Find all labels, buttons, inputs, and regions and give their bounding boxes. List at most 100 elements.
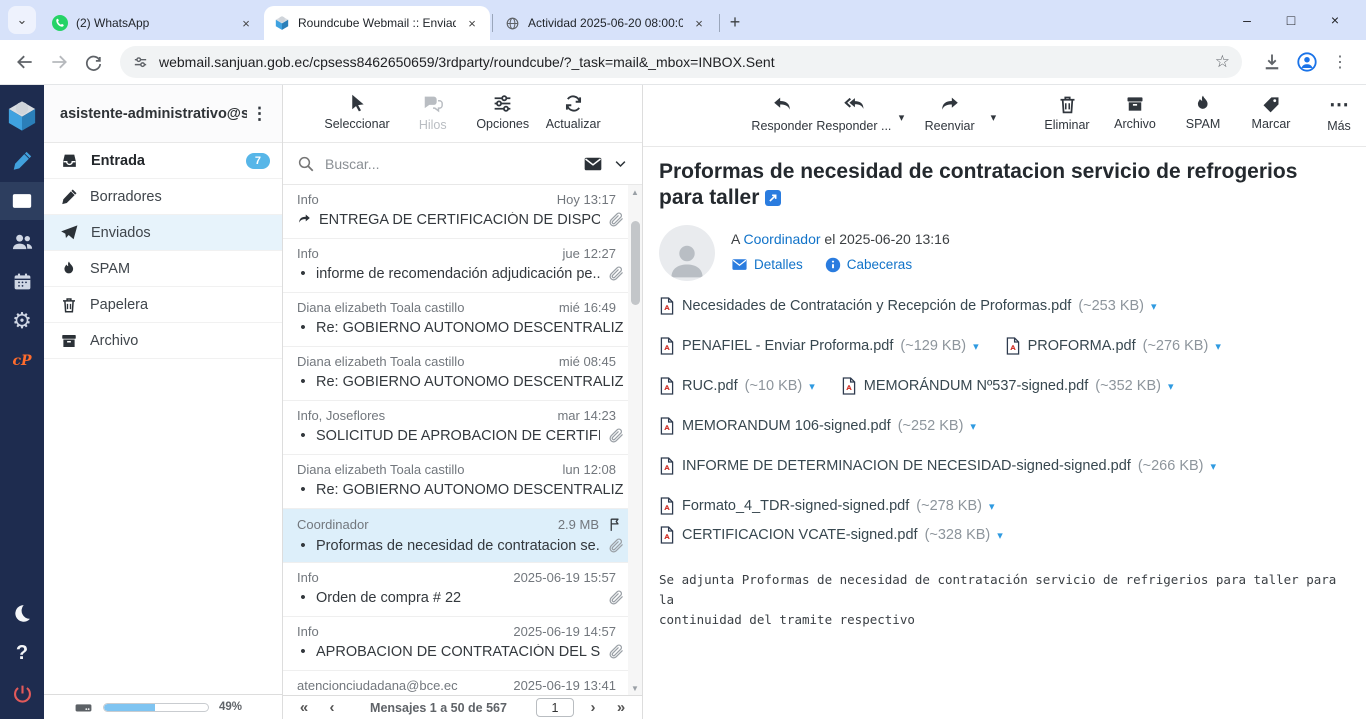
contacts-nav-button[interactable] bbox=[0, 222, 44, 260]
message-row[interactable]: Info, Josefloresmar 14:23 •SOLICITUD DE … bbox=[283, 401, 628, 455]
details-link[interactable]: Detalles bbox=[731, 256, 803, 273]
attachment-name[interactable]: PENAFIEL - Enviar Proforma.pdf bbox=[682, 338, 893, 354]
back-button[interactable] bbox=[10, 47, 40, 77]
tab-whatsapp[interactable]: (2) WhatsApp × bbox=[42, 6, 264, 40]
close-window-button[interactable]: × bbox=[1320, 12, 1350, 28]
attachment-name[interactable]: MEMORÁNDUM Nº537-signed.pdf bbox=[864, 378, 1088, 394]
url-text[interactable]: webmail.sanjuan.gob.ec/cpsess8462650659/… bbox=[159, 54, 1205, 70]
external-link-icon[interactable] bbox=[765, 190, 781, 206]
attachment-name[interactable]: CERTIFICACION VCATE-signed.pdf bbox=[682, 527, 918, 543]
address-bar[interactable]: webmail.sanjuan.gob.ec/cpsess8462650659/… bbox=[120, 46, 1242, 78]
recipient-link[interactable]: Coordinador bbox=[743, 231, 820, 247]
downloads-icon[interactable] bbox=[1262, 52, 1282, 72]
site-settings-icon[interactable] bbox=[132, 54, 149, 71]
attachment-menu-icon[interactable]: ▾ bbox=[997, 529, 1003, 542]
attachment-item[interactable]: Formato_4_TDR-signed-signed.pdf (~278 KB… bbox=[659, 497, 995, 515]
message-row-selected[interactable]: Coordinador2.9 MB •Proformas de necesida… bbox=[283, 509, 642, 563]
message-row[interactable]: Info2025-06-19 14:57 •APROBACION DE CONT… bbox=[283, 617, 628, 671]
folder-entrada[interactable]: Entrada 7 bbox=[44, 143, 282, 179]
browser-menu-icon[interactable]: ⋮ bbox=[1332, 52, 1348, 72]
select-button[interactable]: Seleccionar bbox=[324, 93, 389, 131]
archive-button[interactable]: Archivo bbox=[1108, 94, 1162, 131]
attachment-item[interactable]: CERTIFICACION VCATE-signed.pdf (~328 KB)… bbox=[659, 526, 1003, 544]
scroll-down-icon[interactable]: ▼ bbox=[631, 681, 639, 695]
attachment-menu-icon[interactable]: ▾ bbox=[1168, 380, 1174, 393]
attachment-menu-icon[interactable]: ▾ bbox=[973, 340, 979, 353]
account-menu-icon[interactable]: ⋮ bbox=[247, 104, 272, 124]
next-page-button[interactable]: › bbox=[584, 699, 602, 716]
attachment-name[interactable]: Formato_4_TDR-signed-signed.pdf bbox=[682, 498, 909, 514]
scrollbar-thumb[interactable] bbox=[631, 221, 640, 305]
tab-close-icon[interactable]: × bbox=[691, 16, 707, 31]
mail-nav-button[interactable] bbox=[0, 182, 44, 220]
roundcube-logo[interactable] bbox=[0, 92, 44, 140]
message-row[interactable]: atencionciudadana@bce.ec2025-06-19 13:41 bbox=[283, 671, 628, 695]
search-scope-mail-icon[interactable] bbox=[583, 154, 603, 174]
minimize-button[interactable]: – bbox=[1232, 12, 1262, 28]
attachment-name[interactable]: PROFORMA.pdf bbox=[1028, 338, 1136, 354]
attachment-name[interactable]: INFORME DE DETERMINACION DE NECESIDAD-si… bbox=[682, 458, 1131, 474]
maximize-button[interactable]: □ bbox=[1276, 12, 1306, 28]
folder-spam[interactable]: SPAM bbox=[44, 251, 282, 287]
scroll-up-icon[interactable]: ▲ bbox=[631, 185, 639, 199]
prev-page-button[interactable]: ‹ bbox=[323, 699, 341, 716]
tab-close-icon[interactable]: × bbox=[238, 16, 254, 31]
first-page-button[interactable]: « bbox=[295, 699, 313, 716]
page-number-input[interactable] bbox=[536, 698, 574, 717]
new-tab-button[interactable]: + bbox=[722, 9, 748, 35]
forward-button[interactable]: Reenviar bbox=[923, 94, 977, 133]
message-row[interactable]: Diana elizabeth Toala castillomié 08:45 … bbox=[283, 347, 628, 401]
attachment-name[interactable]: MEMORANDUM 106-signed.pdf bbox=[682, 418, 891, 434]
attachment-item[interactable]: INFORME DE DETERMINACION DE NECESIDAD-si… bbox=[659, 457, 1216, 475]
dark-mode-button[interactable] bbox=[0, 594, 44, 632]
compose-button[interactable] bbox=[0, 142, 44, 180]
tab-search-button[interactable]: ⌄ bbox=[8, 6, 36, 34]
forward-button[interactable] bbox=[44, 47, 74, 77]
help-button[interactable]: ? bbox=[0, 634, 44, 672]
attachment-menu-icon[interactable]: ▾ bbox=[1215, 340, 1221, 353]
more-button[interactable]: ⋯ Más bbox=[1312, 94, 1366, 133]
options-button[interactable]: Opciones bbox=[476, 93, 530, 131]
flag-icon[interactable] bbox=[607, 516, 624, 533]
account-header[interactable]: asistente-administrativo@sa... ⋮ bbox=[44, 85, 282, 143]
attachment-menu-icon[interactable]: ▾ bbox=[1211, 460, 1217, 473]
message-row[interactable]: Diana elizabeth Toala castillolun 12:08 … bbox=[283, 455, 628, 509]
attachment-item[interactable]: RUC.pdf (~10 KB) ▾ bbox=[659, 377, 815, 395]
bookmark-star-icon[interactable]: ☆ bbox=[1215, 52, 1230, 72]
logout-button[interactable] bbox=[0, 674, 44, 712]
attachment-item[interactable]: PROFORMA.pdf (~276 KB) ▾ bbox=[1005, 337, 1221, 355]
reply-all-dropdown-icon[interactable]: ▾ bbox=[899, 111, 909, 124]
message-row[interactable]: InfoHoy 13:17 ENTREGA DE CERTIFICACIÓN D… bbox=[283, 185, 628, 239]
attachment-item[interactable]: MEMORANDUM 106-signed.pdf (~252 KB) ▾ bbox=[659, 417, 976, 435]
settings-nav-button[interactable]: ⚙ bbox=[0, 302, 44, 340]
calendar-nav-button[interactable] bbox=[0, 262, 44, 300]
last-page-button[interactable]: » bbox=[612, 699, 630, 716]
refresh-button[interactable]: Actualizar bbox=[546, 93, 601, 131]
headers-link[interactable]: Cabeceras bbox=[825, 257, 912, 273]
folder-borradores[interactable]: Borradores bbox=[44, 179, 282, 215]
attachment-menu-icon[interactable]: ▾ bbox=[809, 380, 815, 393]
tab-roundcube[interactable]: Roundcube Webmail :: Enviados × bbox=[264, 6, 490, 40]
threads-button[interactable]: Hilos bbox=[406, 93, 460, 132]
mark-button[interactable]: Marcar bbox=[1244, 94, 1298, 131]
folder-papelera[interactable]: Papelera bbox=[44, 287, 282, 323]
spam-button[interactable]: SPAM bbox=[1176, 94, 1230, 131]
cpanel-nav-button[interactable]: cP bbox=[0, 342, 44, 380]
list-scrollbar[interactable]: ▲ ▼ bbox=[628, 185, 642, 695]
forward-dropdown-icon[interactable]: ▾ bbox=[991, 111, 1001, 124]
message-row[interactable]: Info2025-06-19 15:57 •Orden de compra # … bbox=[283, 563, 628, 617]
folder-enviados[interactable]: Enviados bbox=[44, 215, 282, 251]
reply-button[interactable]: Responder bbox=[755, 94, 809, 133]
attachment-item[interactable]: MEMORÁNDUM Nº537-signed.pdf (~352 KB) ▾ bbox=[841, 377, 1174, 395]
message-row[interactable]: Diana elizabeth Toala castillomié 16:49 … bbox=[283, 293, 628, 347]
attachment-name[interactable]: RUC.pdf bbox=[682, 378, 738, 394]
reload-button[interactable] bbox=[78, 47, 108, 77]
tab-actividad[interactable]: Actividad 2025-06-20 08:00:00 | × bbox=[495, 6, 717, 40]
attachment-name[interactable]: Necesidades de Contratación y Recepción … bbox=[682, 298, 1071, 314]
attachment-item[interactable]: PENAFIEL - Enviar Proforma.pdf (~129 KB)… bbox=[659, 337, 979, 355]
tab-close-icon[interactable]: × bbox=[464, 16, 480, 31]
search-options-chevron-icon[interactable] bbox=[613, 156, 628, 171]
folder-archivo[interactable]: Archivo bbox=[44, 323, 282, 359]
delete-button[interactable]: Eliminar bbox=[1040, 94, 1094, 132]
attachment-menu-icon[interactable]: ▾ bbox=[970, 420, 976, 433]
